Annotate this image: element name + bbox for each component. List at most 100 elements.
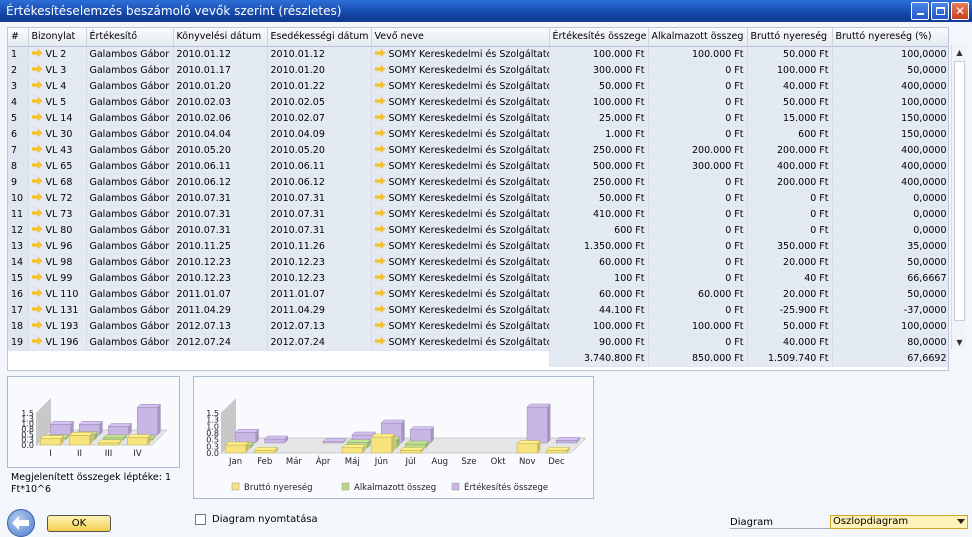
link-arrow-icon[interactable] — [31, 144, 43, 154]
link-arrow-icon[interactable] — [374, 144, 386, 154]
link-arrow-icon[interactable] — [374, 208, 386, 218]
minimize-icon — [917, 13, 924, 15]
table-cell: 50,0000 — [907, 64, 947, 76]
link-arrow-icon[interactable] — [31, 336, 43, 346]
scroll-thumb[interactable] — [954, 61, 965, 321]
link-arrow-icon[interactable] — [374, 176, 386, 186]
close-button[interactable]: ✕ — [951, 2, 969, 20]
link-arrow-icon[interactable] — [31, 176, 43, 186]
column-header[interactable]: Alkalmazott összeg — [648, 28, 748, 47]
table-row[interactable]: 12 VL 80 Galambos Gábor 2010.07.31 2010.07.3… — [8, 222, 948, 239]
bar-side — [547, 404, 551, 443]
table-row[interactable]: 4 VL 5 Galambos Gábor 2010.02.03 2010.02.05 S… — [8, 94, 948, 111]
link-arrow-icon[interactable] — [374, 256, 386, 266]
link-arrow-icon[interactable] — [374, 224, 386, 234]
link-arrow-icon[interactable] — [31, 240, 43, 250]
link-arrow-icon[interactable] — [374, 96, 386, 106]
scroll-down-icon[interactable]: ▼ — [952, 335, 967, 350]
table-row[interactable]: 10 VL 72 Galambos Gábor 2010.07.31 2010.07.3… — [8, 190, 948, 207]
link-arrow-icon[interactable] — [374, 80, 386, 90]
column-header[interactable]: Értékesítés összege — [549, 28, 649, 47]
column-header[interactable]: Bizonylat — [28, 28, 87, 47]
table-cell: 50.000 Ft — [783, 48, 829, 60]
table-row[interactable]: 9 VL 68 Galambos Gábor 2010.06.12 2010.06.12… — [8, 174, 948, 191]
column-header[interactable]: Értékesítő — [86, 28, 174, 47]
table-cell: Galambos Gábor — [89, 80, 170, 92]
back-button[interactable] — [7, 509, 35, 537]
table-row[interactable]: 18 VL 193 Galambos Gábor 2012.07.13 2012.07.… — [8, 318, 948, 335]
maximize-button[interactable] — [931, 2, 949, 20]
link-arrow-icon[interactable] — [31, 112, 43, 122]
table-row[interactable]: 11 VL 73 Galambos Gábor 2010.07.31 2010.07.3… — [8, 206, 948, 223]
table-row[interactable]: 13 VL 96 Galambos Gábor 2010.11.25 2010.11.2… — [8, 238, 948, 255]
link-arrow-icon[interactable] — [31, 80, 43, 90]
link-arrow-icon[interactable] — [374, 288, 386, 298]
vertical-scrollbar[interactable]: ▲ ▼ — [951, 45, 966, 350]
table-cell: 2012.07.13 — [270, 320, 325, 332]
link-arrow-icon[interactable] — [31, 48, 43, 58]
link-arrow-icon[interactable] — [31, 272, 43, 282]
y-tick-label: 1.5 — [21, 409, 34, 418]
scroll-up-icon[interactable]: ▲ — [952, 45, 967, 60]
table-row[interactable]: 3 VL 4 Galambos Gábor 2010.01.20 2010.01.22 S… — [8, 78, 948, 95]
table-cell: 100,0000 — [901, 48, 947, 60]
link-arrow-icon[interactable] — [31, 256, 43, 266]
link-arrow-icon[interactable] — [31, 304, 43, 314]
table-cell: 400,0000 — [901, 160, 947, 172]
table-row[interactable]: 14 VL 98 Galambos Gábor 2010.12.23 2010.12.2… — [8, 254, 948, 271]
link-arrow-icon[interactable] — [374, 272, 386, 282]
link-arrow-icon[interactable] — [374, 304, 386, 314]
ok-button[interactable]: OK — [47, 515, 111, 532]
column-header[interactable]: Esedékességi dátum — [267, 28, 372, 47]
link-arrow-icon[interactable] — [374, 336, 386, 346]
table-cell: 0 Ft — [725, 96, 744, 108]
link-arrow-icon[interactable] — [31, 288, 43, 298]
table-row[interactable]: 6 VL 30 Galambos Gábor 2010.04.04 2010.04.09… — [8, 126, 948, 143]
link-arrow-icon[interactable] — [31, 208, 43, 218]
table-cell: 2010.01.12 — [176, 48, 231, 60]
column-header[interactable]: # — [8, 28, 29, 47]
x-tick-label: Jan — [228, 457, 242, 467]
link-arrow-icon[interactable] — [374, 112, 386, 122]
minimize-button[interactable] — [911, 2, 929, 20]
table-row[interactable]: 8 VL 65 Galambos Gábor 2010.06.11 2010.06.11… — [8, 158, 948, 175]
table-cell: 2010.07.31 — [270, 208, 325, 220]
table-row[interactable]: 19 VL 196 Galambos Gábor 2012.07.24 2012.07.… — [8, 334, 948, 351]
link-arrow-icon[interactable] — [31, 192, 43, 202]
table-row[interactable]: 1 VL 2 Galambos Gábor 2010.01.12 2010.01.12 S… — [8, 46, 948, 63]
link-arrow-icon[interactable] — [374, 48, 386, 58]
link-arrow-icon[interactable] — [31, 64, 43, 74]
table-row[interactable]: 15 VL 99 Galambos Gábor 2010.12.23 2010.12.2… — [8, 270, 948, 287]
column-header[interactable]: Vevő neve — [371, 28, 550, 47]
link-arrow-icon[interactable] — [31, 160, 43, 170]
link-arrow-icon[interactable] — [374, 320, 386, 330]
link-arrow-icon[interactable] — [31, 224, 43, 234]
table-cell: 0 Ft — [725, 224, 744, 236]
table-cell: 2010.04.04 — [176, 128, 231, 140]
print-diagram-checkbox[interactable] — [195, 514, 206, 525]
link-arrow-icon[interactable] — [374, 240, 386, 250]
column-header[interactable]: Bruttó nyereség (%) — [832, 28, 948, 47]
table-cell: 17 — [11, 304, 24, 316]
table-row[interactable]: 17 VL 131 Galambos Gábor 2011.04.29 2011.04.… — [8, 302, 948, 319]
link-arrow-icon[interactable] — [31, 320, 43, 330]
link-arrow-icon[interactable] — [374, 128, 386, 138]
link-arrow-icon[interactable] — [31, 128, 43, 138]
table-row[interactable]: 5 VL 14 Galambos Gábor 2010.02.06 2010.02.07… — [8, 110, 948, 127]
table-cell: Galambos Gábor — [89, 304, 170, 316]
link-arrow-icon[interactable] — [374, 192, 386, 202]
report-grid[interactable]: # Bizonylat Értékesítő Könyvelési dátum Esed… — [7, 27, 949, 371]
link-arrow-icon[interactable] — [374, 64, 386, 74]
link-arrow-icon[interactable] — [374, 160, 386, 170]
column-header[interactable]: Könyvelési dátum — [173, 28, 268, 47]
table-cell: 5 — [11, 112, 18, 124]
diagram-type-select[interactable]: Oszlopdiagram — [830, 515, 968, 529]
table-cell: 1 — [11, 48, 18, 60]
link-arrow-icon[interactable] — [31, 96, 43, 106]
table-row[interactable]: 16 VL 110 Galambos Gábor 2011.01.07 2011.01.… — [8, 286, 948, 303]
column-header[interactable]: Bruttó nyereség — [747, 28, 833, 47]
monthly-chart-svg: 0.00.30.50.81.01.31.5Jan Feb Már Ápr Máj Jún J… — [206, 398, 587, 493]
table-row[interactable]: 2 VL 3 Galambos Gábor 2010.01.17 2010.01.20 S… — [8, 62, 948, 79]
quarterly-chart: 0.0 0.3 0.5 0.8 1.0 1.3 1.5 I II III IV — [7, 376, 180, 468]
table-row[interactable]: 7 VL 43 Galambos Gábor 2010.05.20 2010.05.20… — [8, 142, 948, 159]
